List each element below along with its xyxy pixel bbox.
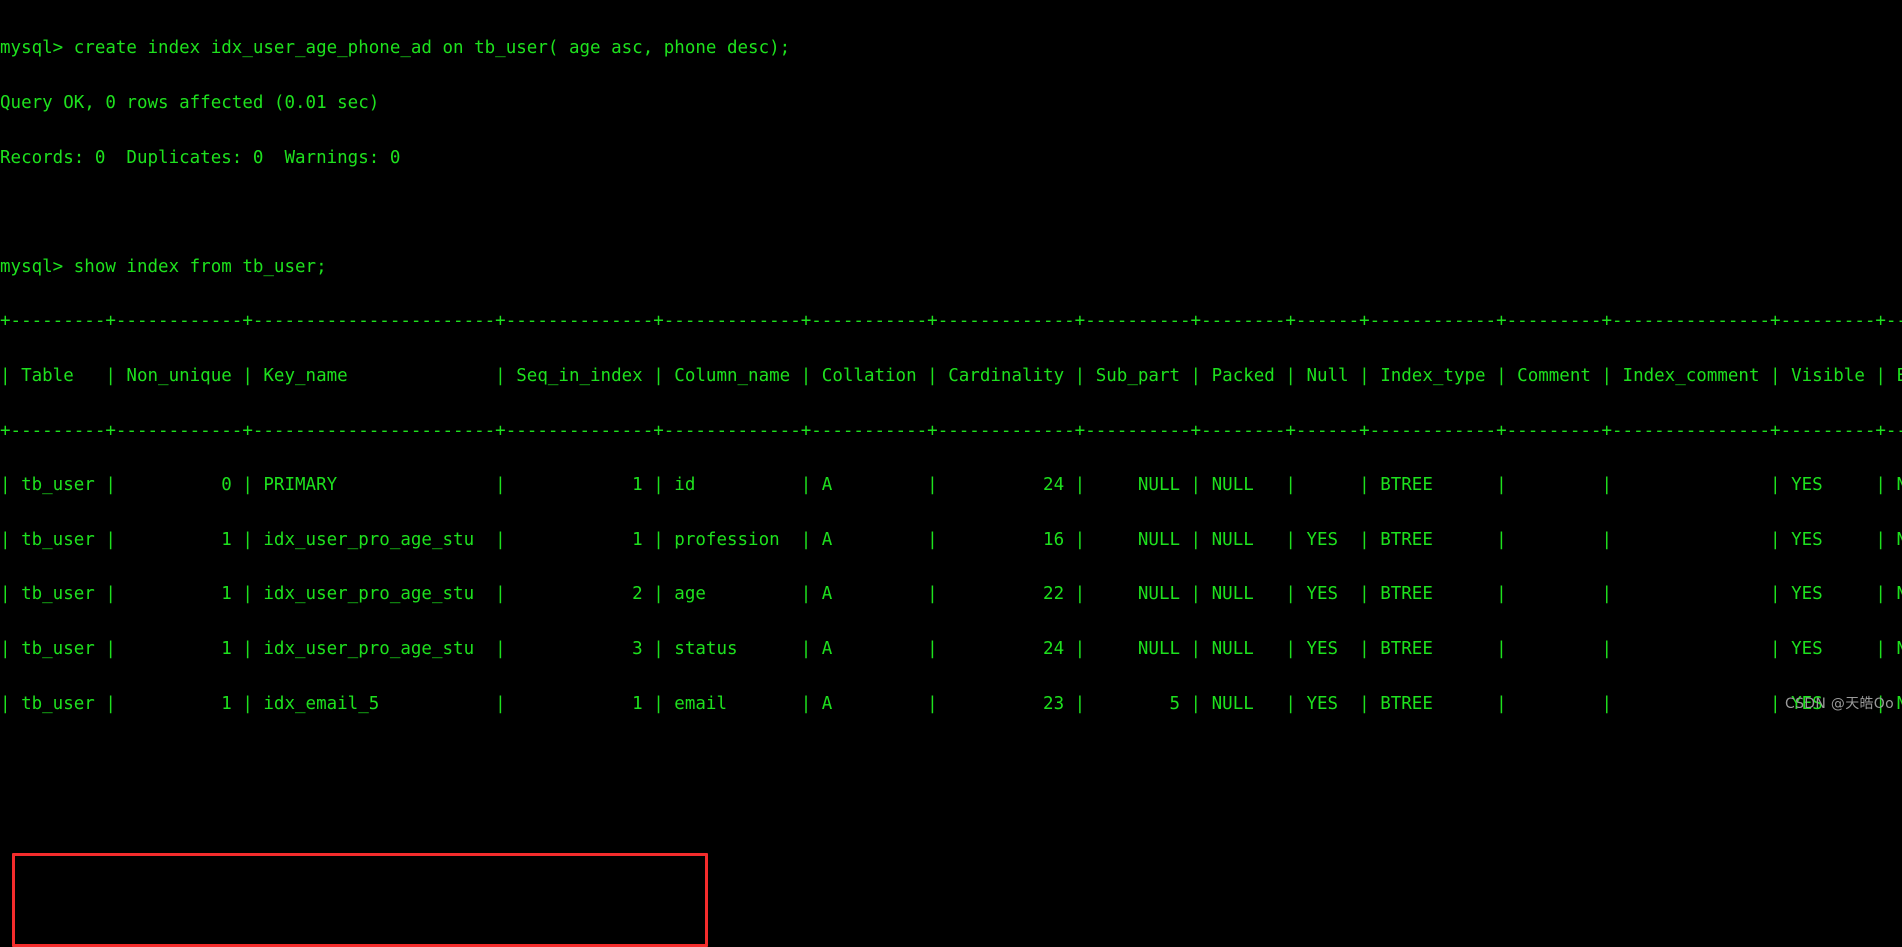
table-row: | tb_user | 1 | idx_user_pro_age_stu | 2…: [0, 584, 1902, 605]
terminal-line-query-ok: Query OK, 0 rows affected (0.01 sec): [0, 93, 380, 114]
terminal-line-create-index: mysql> create index idx_user_age_phone_a…: [0, 38, 791, 59]
terminal-line-show-index: mysql> show index from tb_user;: [0, 256, 327, 277]
table-row: | tb_user | 1 | idx_email_5 | 1 | email …: [0, 693, 1902, 714]
terminal-line-records: Records: 0 Duplicates: 0 Warnings: 0: [0, 147, 401, 168]
table-rule-top: +---------+------------+----------------…: [0, 311, 1902, 332]
red-highlight-annotation: [12, 852, 708, 947]
table-row: | tb_user | 1 | idx_user_pro_age_stu | 3…: [0, 639, 1902, 660]
table-rule-header: +---------+------------+----------------…: [0, 420, 1902, 441]
terminal-output-pane[interactable]: mysql> create index idx_user_age_phone_a…: [0, 0, 1902, 719]
table-header-row: | Table | Non_unique | Key_name | Seq_in…: [0, 366, 1902, 387]
table-row: | tb_user | 1 | idx_user_pro_age_stu | 1…: [0, 529, 1902, 550]
watermark-label: CSDN @天皓Oo: [1785, 696, 1894, 712]
table-row: | tb_user | 0 | PRIMARY | 1 | id | A | 2…: [0, 475, 1902, 496]
